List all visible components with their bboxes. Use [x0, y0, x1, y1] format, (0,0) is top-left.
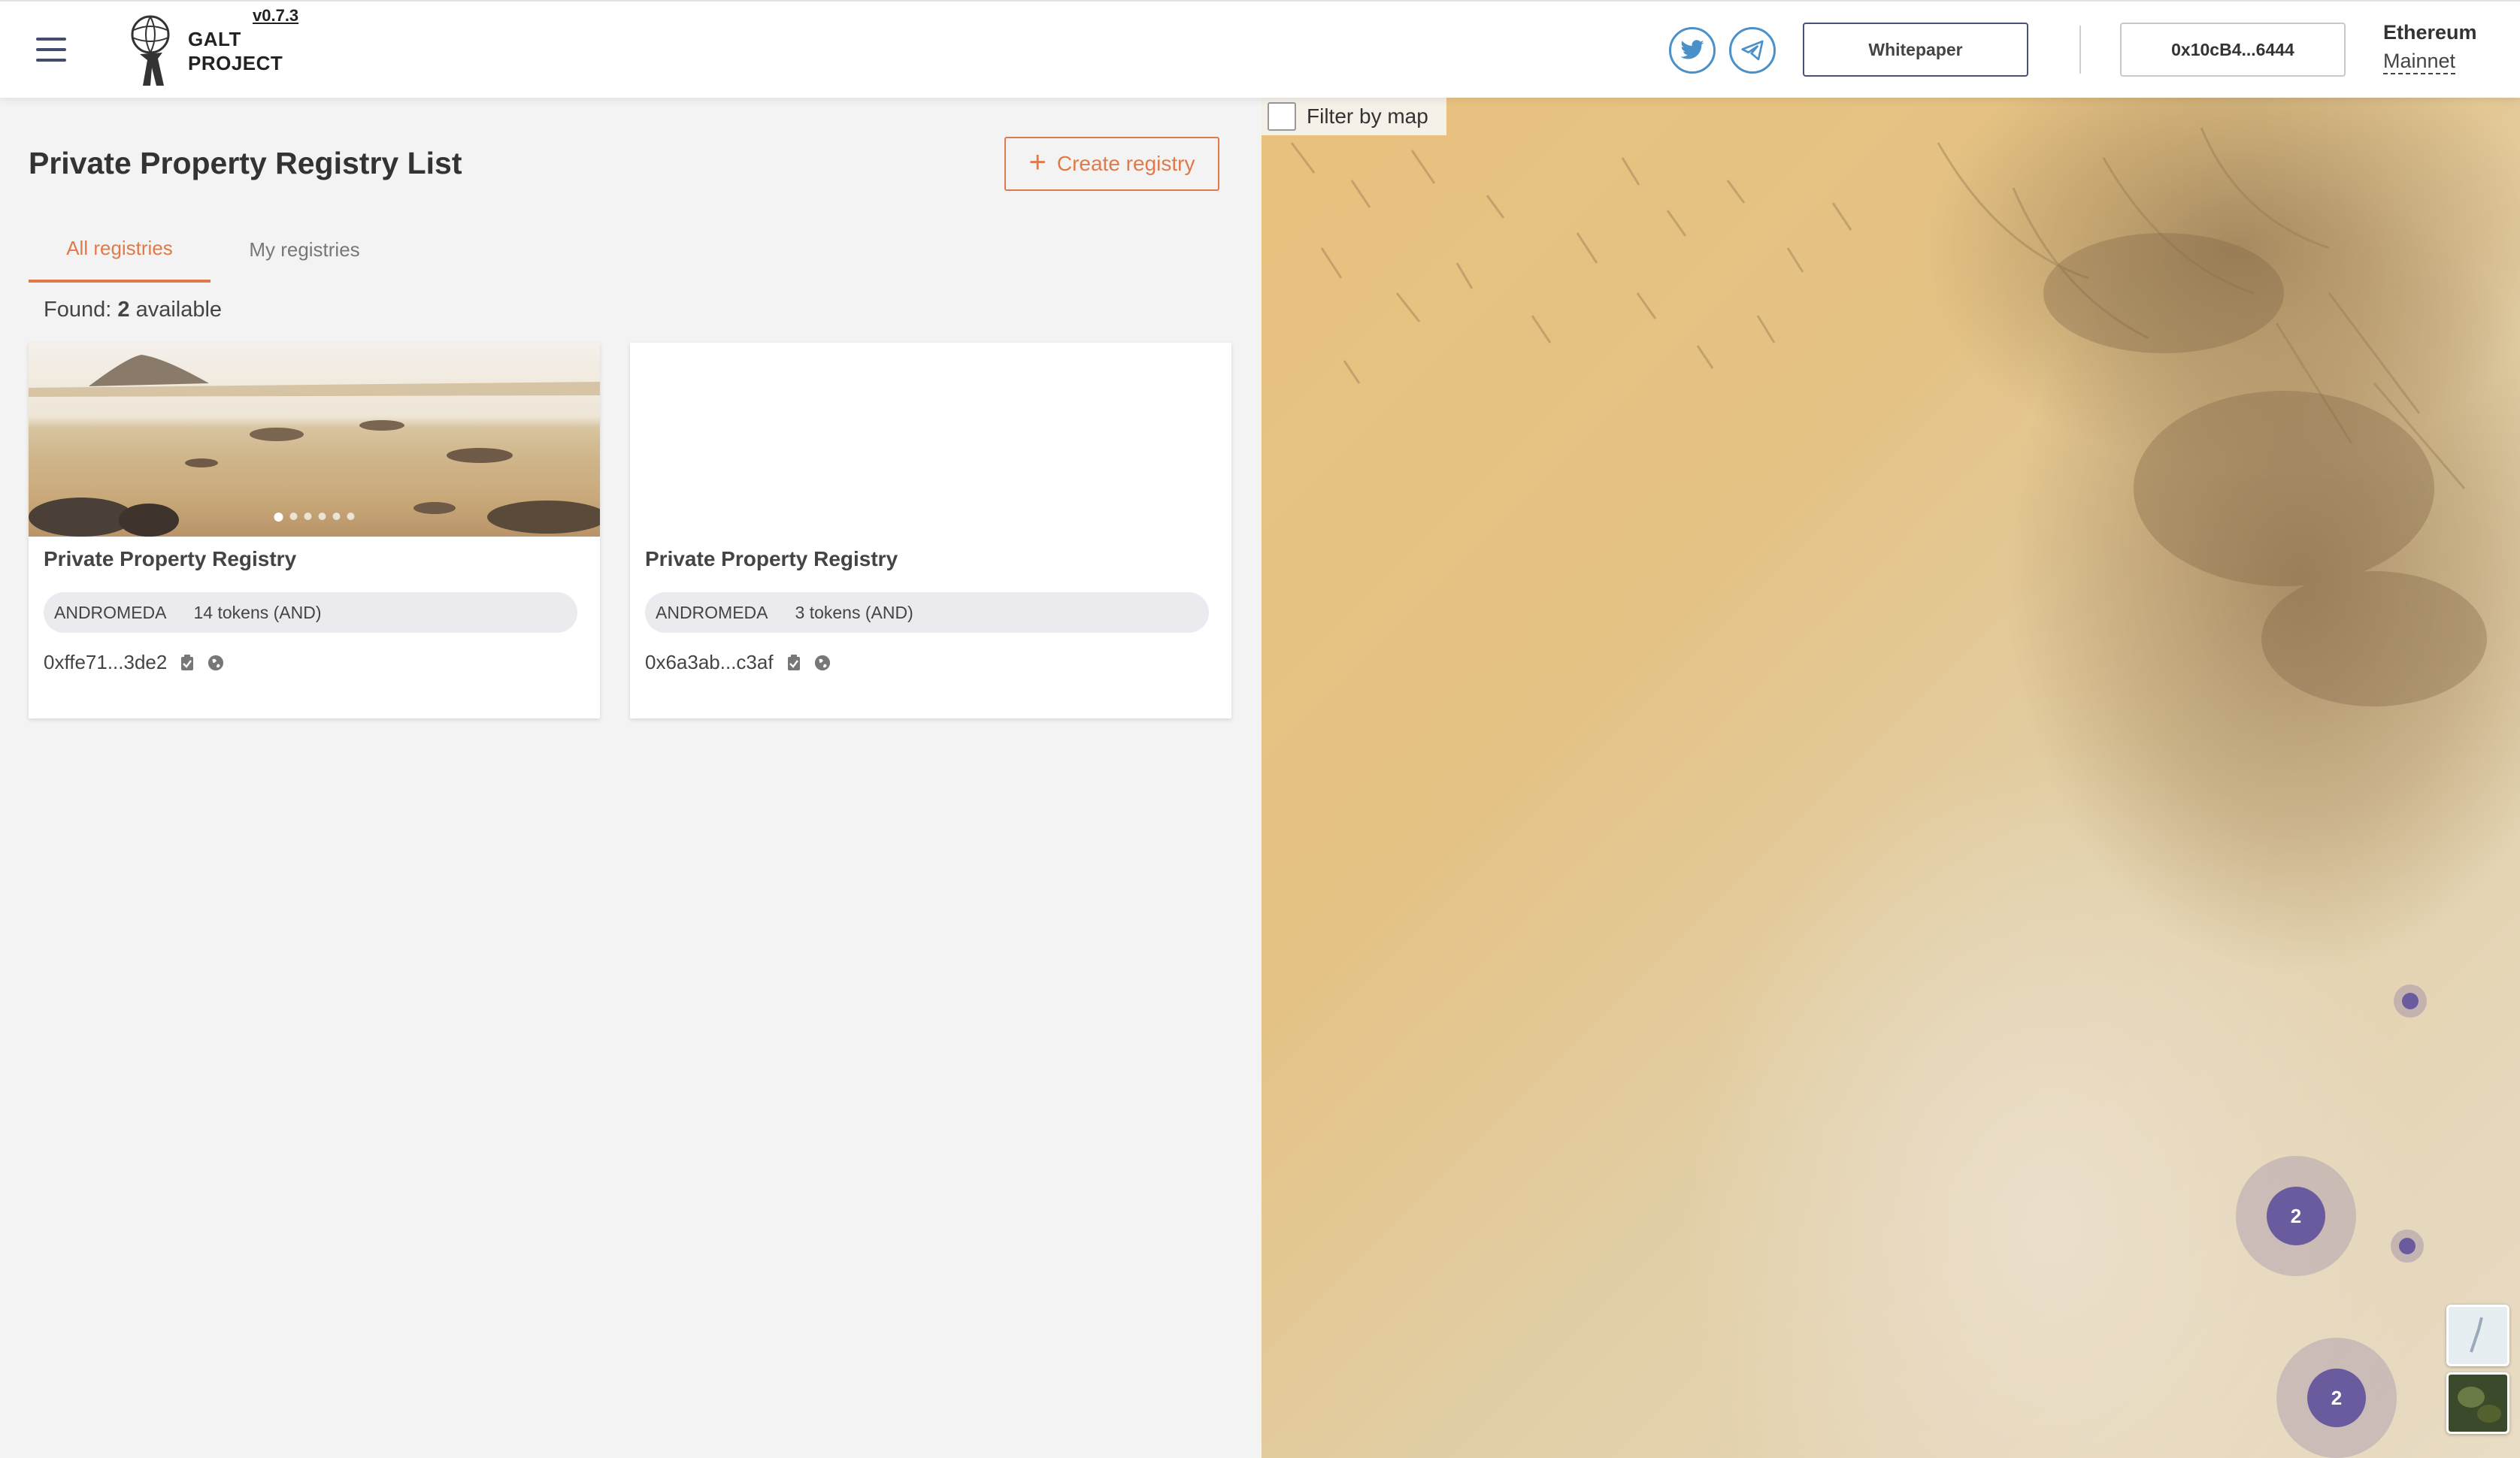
map-marker[interactable] — [2391, 1230, 2424, 1263]
header-divider — [2079, 26, 2081, 74]
copy-icon[interactable] — [179, 654, 195, 672]
address-row: 0xffe71...3de2 — [44, 651, 224, 674]
telegram-icon[interactable] — [1729, 27, 1776, 74]
registry-image-placeholder — [630, 343, 1231, 537]
copy-icon[interactable] — [786, 654, 802, 672]
version-link[interactable]: v0.7.3 — [253, 6, 298, 26]
create-registry-label: Create registry — [1056, 152, 1195, 175]
map-cluster[interactable]: 2 — [2276, 1338, 2397, 1458]
token-count: 14 tokens (AND) — [193, 602, 322, 622]
logo-text: GALT PROJECT — [188, 28, 283, 74]
menu-icon[interactable] — [36, 38, 66, 62]
filter-by-map-label[interactable]: Filter by map — [1307, 104, 1428, 129]
registry-title[interactable]: Private Property Registry — [645, 547, 898, 571]
top-header: GALT PROJECT v0.7.3 Whitepaper 0x10cB4..… — [0, 0, 2520, 98]
network-label: ANDROMEDA — [656, 602, 768, 622]
tab-my-registries[interactable]: My registries — [226, 216, 383, 283]
registry-address: 0xffe71...3de2 — [44, 651, 168, 673]
found-count-text: Found: 2 available — [44, 298, 223, 322]
filter-by-map-checkbox[interactable] — [1268, 102, 1296, 131]
tab-all-registries[interactable]: All registries — [29, 216, 211, 283]
filter-by-map: Filter by map — [1262, 98, 1446, 135]
whitepaper-button[interactable]: Whitepaper — [1803, 23, 2028, 77]
address-row: 0x6a3ab...c3af — [645, 651, 831, 674]
carousel-dots[interactable] — [274, 513, 355, 522]
network-selector[interactable]: Mainnet — [2383, 50, 2456, 74]
registry-address: 0x6a3ab...c3af — [645, 651, 774, 673]
map-marker[interactable] — [2394, 985, 2427, 1018]
network-label: ANDROMEDA — [54, 602, 167, 622]
map-cluster[interactable]: 2 — [2236, 1156, 2356, 1276]
map-layer-satellite-button[interactable] — [2446, 1372, 2509, 1434]
create-registry-button[interactable]: + Create registry — [1004, 137, 1219, 191]
token-pill: ANDROMEDA 3 tokens (AND) — [645, 592, 1209, 633]
twitter-icon[interactable] — [1669, 27, 1716, 74]
explorer-globe-icon[interactable] — [814, 654, 831, 672]
explorer-globe-icon[interactable] — [207, 654, 224, 672]
token-count: 3 tokens (AND) — [795, 602, 913, 622]
network-title: Ethereum — [2383, 21, 2477, 44]
galt-logo-icon[interactable] — [126, 15, 174, 87]
registry-card[interactable]: Private Property Registry ANDROMEDA 14 t… — [29, 343, 600, 718]
satellite-map[interactable]: 2 2 — [1262, 98, 2520, 1458]
map-layer-terrain-button[interactable] — [2446, 1305, 2509, 1366]
plus-icon: + — [1028, 146, 1046, 179]
page-title: Private Property Registry List — [29, 146, 462, 180]
token-pill: ANDROMEDA 14 tokens (AND) — [44, 592, 577, 633]
registry-title[interactable]: Private Property Registry — [44, 547, 296, 571]
account-button[interactable]: 0x10cB4...6444 — [2120, 23, 2346, 77]
registry-image[interactable] — [29, 343, 600, 537]
registry-card[interactable]: Private Property Registry ANDROMEDA 3 to… — [630, 343, 1231, 718]
